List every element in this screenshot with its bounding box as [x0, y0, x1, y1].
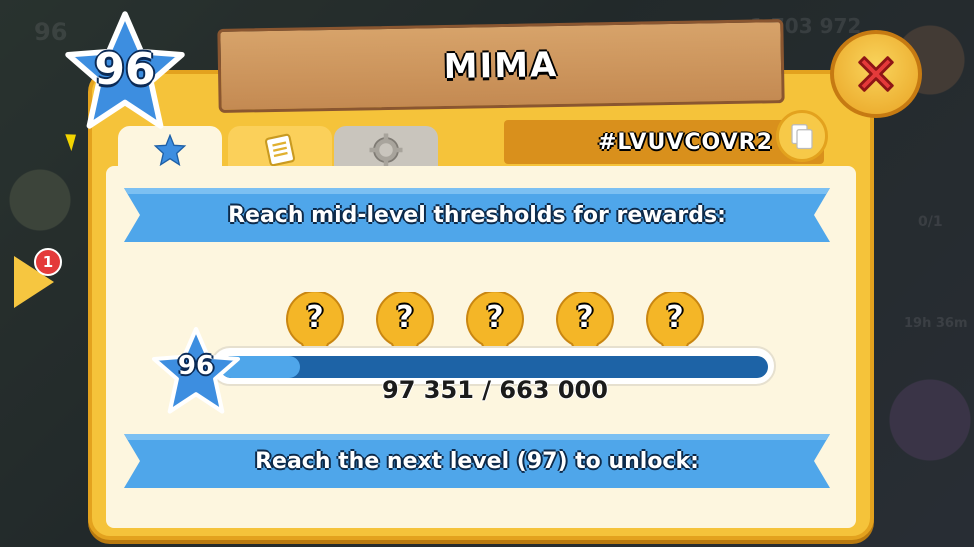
side-offer-button[interactable]: 1: [14, 248, 62, 308]
level-progress-bar: [220, 356, 768, 378]
player-level: 96: [94, 44, 156, 95]
unlock-text: Reach the next level (97) to unlock:: [255, 448, 699, 474]
notification-badge: 1: [34, 248, 62, 276]
reward-slot-label: ?: [666, 300, 684, 335]
title-board: MIMA: [217, 19, 785, 113]
reward-slot-label: ?: [486, 300, 504, 335]
player-name: MIMA: [443, 45, 559, 87]
copy-icon: [791, 124, 813, 150]
unlock-ribbon: Reach the next level (97) to unlock:: [124, 428, 830, 494]
gear-icon: [369, 133, 403, 167]
reward-slot-label: ?: [576, 300, 594, 335]
notepad-icon: [264, 133, 296, 167]
reward-slot-label: ?: [306, 300, 324, 335]
close-button[interactable]: [830, 30, 922, 118]
close-icon: [858, 56, 894, 92]
progress-label: 97 351 / 663 000: [382, 376, 608, 404]
level-star-badge: 96: [62, 10, 188, 132]
rewards-heading-ribbon: Reach mid-level thresholds for rewards:: [124, 182, 830, 248]
reward-slot-label: ?: [396, 300, 414, 335]
copy-tag-button[interactable]: [776, 110, 828, 162]
star-icon: [153, 134, 187, 166]
progress-level: 96: [177, 351, 215, 381]
progress-level-star: 96: [150, 326, 242, 416]
player-tag: #LVUVCOVR2: [598, 129, 773, 155]
rewards-heading: Reach mid-level thresholds for rewards:: [228, 202, 726, 228]
